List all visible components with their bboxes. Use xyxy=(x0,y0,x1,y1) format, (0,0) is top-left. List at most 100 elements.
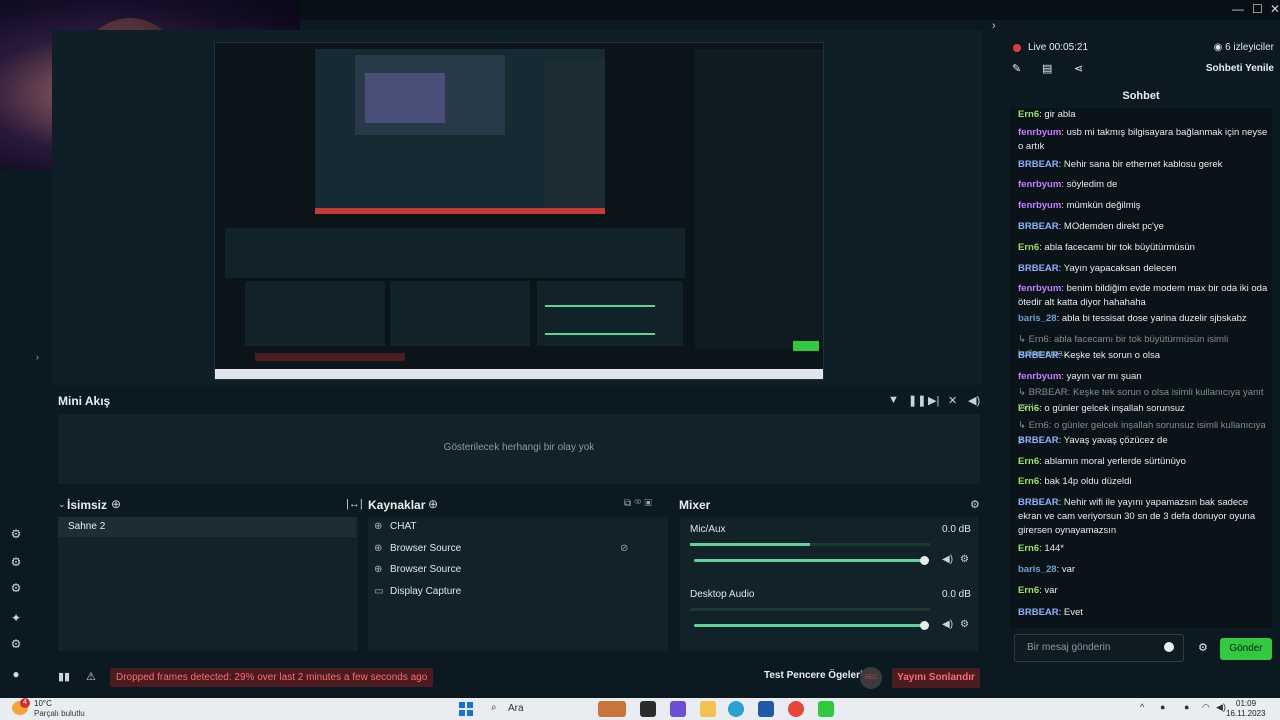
chat-username[interactable]: fenrbyum xyxy=(1018,283,1061,294)
source-row[interactable]: ⊕ Browser Source xyxy=(374,539,461,559)
alert-warning-icon[interactable]: ⚠ xyxy=(86,670,96,683)
chat-username[interactable]: Ern6 xyxy=(1018,456,1039,467)
tray-app-icon[interactable]: ● xyxy=(1184,702,1189,712)
source-list: ⊕ CHAT ⊕ Browser Source ⊕ Browser Source ▭ D… xyxy=(368,517,668,651)
pause-icon[interactable]: ❚❚ xyxy=(908,394,926,407)
share-icon[interactable]: ⋖ xyxy=(1074,62,1083,75)
source-label: Browser Source xyxy=(390,543,462,554)
sources-toolbar-icons[interactable]: ⧉ ⚭ ▣ xyxy=(624,498,652,509)
clock-date[interactable]: 16.11.2023 xyxy=(1226,709,1265,718)
chat-username[interactable]: Ern6 xyxy=(1018,242,1039,253)
source-row[interactable]: ⊕ Browser Source xyxy=(374,560,461,580)
desktop-volume-knob[interactable] xyxy=(920,621,929,630)
add-scene-icon[interactable]: ⊕ xyxy=(111,497,121,511)
folder-icon[interactable] xyxy=(700,701,716,717)
desktop-volume-slider[interactable] xyxy=(694,624,924,627)
add-source-icon[interactable]: ⊕ xyxy=(428,497,438,511)
chat-username[interactable]: BRBEAR xyxy=(1018,221,1059,232)
chat-text: ablamın moral yerlerde sürtünüyo xyxy=(1044,456,1186,467)
app-icon[interactable] xyxy=(670,701,686,717)
store-app-icon[interactable] xyxy=(758,701,774,717)
chat-username[interactable]: baris_28 xyxy=(1018,313,1057,324)
chat-username[interactable]: Ern6 xyxy=(1018,109,1039,120)
chat-username[interactable]: BRBEAR xyxy=(1018,263,1059,274)
maximize-icon[interactable]: ☐ xyxy=(1252,2,1263,16)
source-row[interactable]: ⊕ CHAT xyxy=(374,517,416,537)
end-stream-button[interactable]: Yayını Sonlandır xyxy=(892,668,980,688)
collapse-right-icon[interactable]: › xyxy=(992,20,996,32)
globe-icon: ⊕ xyxy=(374,521,383,532)
plugin-icon[interactable]: ⚙ xyxy=(8,554,24,570)
test-windows-button[interactable]: Test Pencere Ögeleri xyxy=(764,670,863,681)
mic-volume-slider[interactable] xyxy=(694,559,924,562)
skip-icon[interactable]: ▶| xyxy=(928,394,939,407)
scene-item[interactable]: Sahne 2 xyxy=(58,517,356,537)
chat-username[interactable]: BRBEAR xyxy=(1018,607,1059,618)
chat-message: Ern6: 144* xyxy=(1018,542,1268,556)
chat-username[interactable]: baris_28 xyxy=(1018,564,1057,575)
channel-settings-icon[interactable]: ⚙ xyxy=(960,554,969,565)
mixer-settings-icon[interactable]: ⚙ xyxy=(970,498,980,511)
rec-button[interactable]: REC xyxy=(860,667,882,689)
tray-mic-icon[interactable]: ● xyxy=(1160,702,1165,712)
chat-message: BRBEAR: Yayın yapacaksan delecen xyxy=(1018,262,1268,276)
chat-username[interactable]: Ern6 xyxy=(1018,585,1039,596)
chat-text: gir abla xyxy=(1044,109,1076,120)
edit-icon[interactable]: ✎ xyxy=(1012,62,1021,75)
mixer-channel-label: Mic/Aux xyxy=(690,524,726,535)
chat-username[interactable]: fenrbyum xyxy=(1018,179,1061,190)
mic-volume-knob[interactable] xyxy=(920,556,929,565)
taskbar-search[interactable]: Ara xyxy=(488,701,588,717)
stats-icon[interactable]: ▮▮ xyxy=(58,670,70,683)
chat-username[interactable]: BRBEAR xyxy=(1018,350,1059,361)
profile-icon[interactable]: ● xyxy=(8,666,24,682)
sparkle-icon[interactable]: ✦ xyxy=(8,610,24,626)
source-label: Display Capture xyxy=(390,586,462,597)
chrome-icon[interactable] xyxy=(788,701,804,717)
close-icon[interactable]: ✕ xyxy=(1270,2,1280,16)
source-row[interactable]: ▭ Display Capture xyxy=(374,582,461,602)
volume-icon[interactable]: ◀) xyxy=(968,394,980,407)
windows-start-icon[interactable] xyxy=(459,702,473,716)
chat-username[interactable]: BRBEAR xyxy=(1018,435,1059,446)
tools-icon[interactable]: ⚙ xyxy=(8,580,24,596)
chat-username[interactable]: BRBEAR xyxy=(1018,159,1059,170)
game-app-icon[interactable] xyxy=(598,701,626,717)
tray-chevron-icon[interactable]: ^ xyxy=(1140,702,1144,712)
wifi-icon[interactable]: ◠ xyxy=(1202,702,1210,713)
speaker-icon[interactable]: ◀) xyxy=(942,619,953,630)
minimize-icon[interactable]: — xyxy=(1232,2,1244,16)
emoji-icon[interactable] xyxy=(1164,642,1174,652)
settings-icon[interactable]: ⚙ xyxy=(8,636,24,652)
mini-feed-title: Mini Akış xyxy=(58,394,111,408)
chat-input[interactable]: Bir mesaj gönderin xyxy=(1014,634,1184,662)
speaker-icon[interactable]: ◀) xyxy=(942,554,953,565)
chat-settings-icon[interactable]: ⚙ xyxy=(1198,641,1208,654)
chat-username[interactable]: Ern6 xyxy=(1018,543,1039,554)
store-icon[interactable]: ▤ xyxy=(1042,62,1052,75)
chat-username[interactable]: Ern6 xyxy=(1018,476,1039,487)
volume-tray-icon[interactable]: ◀) xyxy=(1216,702,1226,713)
chat-message: baris_28: var xyxy=(1018,563,1268,577)
chat-username[interactable]: BRBEAR xyxy=(1018,497,1059,508)
expand-left-icon[interactable]: › xyxy=(36,352,39,362)
chat-username[interactable]: fenrbyum xyxy=(1018,371,1061,382)
edge-icon[interactable] xyxy=(728,701,744,717)
source-label: CHAT xyxy=(390,521,417,532)
channel-settings-icon[interactable]: ⚙ xyxy=(960,619,969,630)
chat-username[interactable]: fenrbyum xyxy=(1018,127,1061,138)
scene-transition-icon[interactable]: |↔| xyxy=(346,498,363,510)
chat-username[interactable]: Ern6 xyxy=(1018,403,1039,414)
refresh-chat-button[interactable]: Sohbeti Yenile xyxy=(1206,63,1274,74)
chat-username[interactable]: fenrbyum xyxy=(1018,200,1061,211)
send-button[interactable]: Gönder xyxy=(1220,638,1272,660)
hidden-eye-icon[interactable]: ⊘ xyxy=(620,543,628,554)
monitor-icon: ▭ xyxy=(374,586,384,597)
clock-time[interactable]: 01:09 xyxy=(1236,699,1256,708)
mute-alerts-icon[interactable]: ✕ xyxy=(948,394,957,407)
streamlabs-icon[interactable] xyxy=(818,701,834,717)
filter-icon[interactable]: ▼ xyxy=(888,394,899,406)
link-icon[interactable]: ⚙ xyxy=(8,526,24,542)
chevron-down-icon[interactable]: ⌄ xyxy=(58,499,66,510)
terminal-app-icon[interactable] xyxy=(640,701,656,717)
